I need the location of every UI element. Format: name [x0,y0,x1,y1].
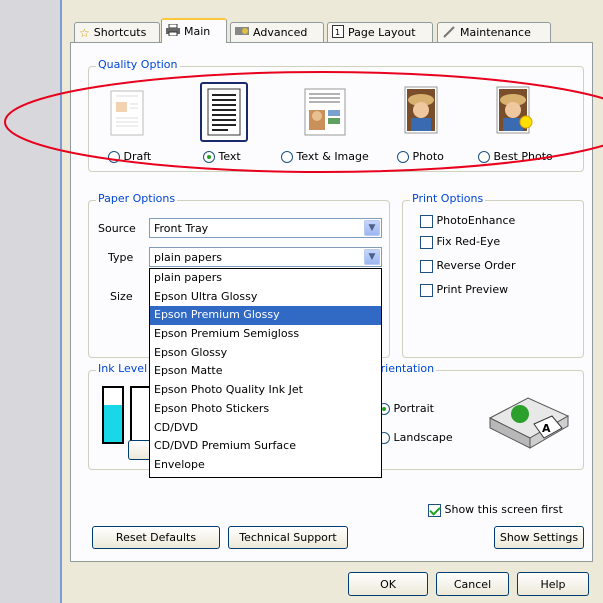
advanced-icon [235,25,249,40]
tab-shortcuts[interactable]: ☆ Shortcuts [74,22,160,42]
type-option[interactable]: plain papers [150,269,381,288]
tab-main[interactable]: Main [161,18,227,43]
type-options: plain papers Epson Ultra Glossy Epson Prem… [150,269,381,475]
printer-icon [166,23,180,39]
type-option[interactable]: Epson Photo Quality Ink Jet [150,381,381,400]
photoenhance-checkbox[interactable]: PhotoEnhance [420,214,515,228]
show-settings-button[interactable]: Show Settings [494,526,584,549]
type-value: plain papers [154,250,223,264]
fix-red-eye-check[interactable] [420,235,433,249]
annotation-ellipse [4,71,603,173]
printer-orientation-icon: A [486,382,572,455]
print-preview-checkbox[interactable]: Print Preview [420,283,508,297]
type-option[interactable]: CD/DVD Premium Surface [150,437,381,456]
ink-cyan-fill [104,405,122,442]
type-option[interactable]: Epson Photo Stickers [150,400,381,419]
type-option[interactable]: Epson Matte [150,362,381,381]
type-option[interactable]: Epson Premium Semigloss [150,325,381,344]
show-this-screen-first-check[interactable] [428,503,441,517]
page-layout-icon: 1 [332,24,344,41]
print-options-legend: Print Options [410,192,486,205]
tab-maintenance[interactable]: Maintenance [437,22,551,42]
technical-support-button[interactable]: Technical Support [228,526,348,549]
show-this-screen-first-checkbox[interactable]: Show this screen first [428,503,563,517]
print-preview-check[interactable] [420,283,433,297]
type-option[interactable]: Epson Glossy [150,344,381,363]
type-option[interactable]: Envelope [150,456,381,475]
chevron-down-icon[interactable]: ▼ [364,220,380,236]
ink-cyan-gauge [102,386,124,444]
source-label: Source [98,222,136,235]
type-option[interactable]: Epson Ultra Glossy [150,288,381,307]
reverse-order-check[interactable] [420,259,433,273]
tab-page-layout[interactable]: 1 Page Layout [327,22,433,42]
type-option[interactable]: CD/DVD [150,419,381,438]
type-label: Type [108,251,134,264]
type-option[interactable]: Epson Premium Glossy [150,306,381,326]
source-value: Front Tray [154,221,209,235]
cancel-button[interactable]: Cancel [436,572,509,596]
help-button[interactable]: Help [517,572,589,596]
photoenhance-check[interactable] [420,214,433,228]
svg-text:A: A [542,422,551,435]
type-select[interactable]: plain papers ▼ [149,247,382,267]
reset-defaults-button[interactable]: Reset Defaults [92,526,220,549]
fix-red-eye-checkbox[interactable]: Fix Red-Eye [420,235,500,249]
svg-text:1: 1 [335,28,340,37]
reverse-order-checkbox[interactable]: Reverse Order [420,259,515,273]
size-label: Size [110,290,133,303]
paper-options-legend: Paper Options [96,192,178,205]
chevron-down-icon[interactable]: ▼ [364,249,380,265]
wrench-icon [442,25,456,41]
star-icon: ☆ [79,25,90,40]
ok-button[interactable]: OK [348,572,428,596]
portrait-radio[interactable]: Portrait [378,402,434,415]
tab-advanced[interactable]: Advanced [230,22,324,42]
source-select[interactable]: Front Tray ▼ [149,218,382,238]
ink-level-legend: Ink Level [96,362,150,375]
type-dropdown-list: plain papers Epson Ultra Glossy Epson Prem… [149,268,382,478]
landscape-radio[interactable]: Landscape [378,431,453,444]
